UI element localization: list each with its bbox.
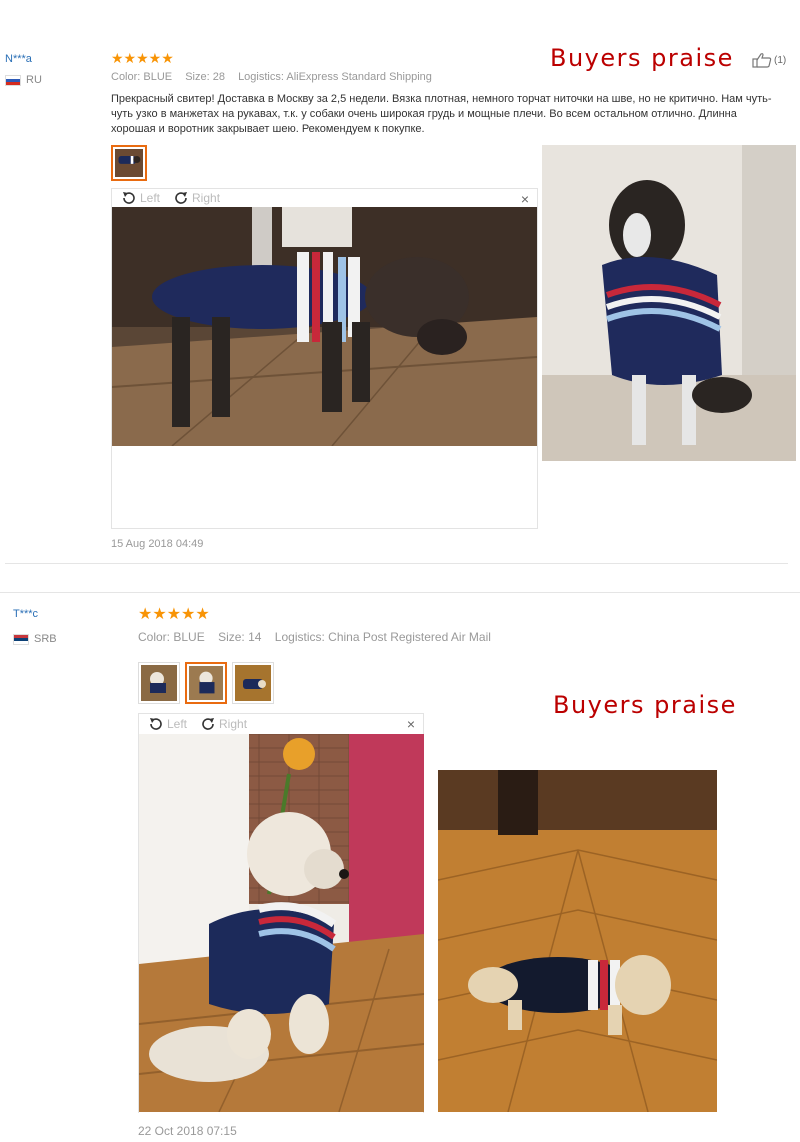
logistics-value: China Post Registered Air Mail xyxy=(328,630,491,644)
color-label: Color: xyxy=(111,71,141,83)
section-divider xyxy=(0,592,800,593)
review-photo-side xyxy=(438,770,717,1112)
flag-srb-icon xyxy=(13,633,29,645)
reviewer-name[interactable]: N***a xyxy=(5,53,32,65)
color-value: BLUE xyxy=(173,630,205,644)
helpful-count: (1) xyxy=(774,54,787,66)
viewer-toolbar: Left Right × xyxy=(112,189,537,207)
review-date: 15 Aug 2018 04:49 xyxy=(111,538,204,550)
flag-ru-icon xyxy=(5,74,21,86)
review-thumbnail[interactable] xyxy=(138,662,180,704)
review-meta: Color: BLUE Size: 28 Logistics: AliExpre… xyxy=(111,71,432,83)
star-rating: ★★★★★ xyxy=(138,606,210,623)
star-rating: ★★★★★ xyxy=(111,50,174,66)
rotate-right-button[interactable]: Right xyxy=(199,715,247,733)
country-code: RU xyxy=(26,74,42,86)
review-thumbnail[interactable] xyxy=(232,662,274,704)
color-label: Color: xyxy=(138,630,171,644)
rotate-left-button[interactable]: Left xyxy=(120,189,160,207)
image-viewer: Left Right × xyxy=(111,188,538,529)
size-value: 14 xyxy=(248,630,262,644)
logistics-value: AliExpress Standard Shipping xyxy=(286,71,432,83)
image-viewer: Left Right × xyxy=(138,713,424,1113)
rotate-right-icon xyxy=(175,192,188,204)
country-code: SRB xyxy=(34,633,57,645)
reviewer-country: SRB xyxy=(13,633,57,645)
logistics-label: Logistics: xyxy=(238,71,284,83)
review-photo-large xyxy=(112,207,537,446)
viewer-toolbar: Left Right × xyxy=(139,714,423,734)
rotate-left-icon xyxy=(150,718,162,730)
rotate-right-icon xyxy=(202,718,215,730)
buyers-praise-label: Buyers praise xyxy=(553,691,737,719)
like-icon xyxy=(752,53,772,68)
rotate-left-label: Left xyxy=(140,191,161,205)
color-value: BLUE xyxy=(143,71,173,83)
thumbnail-image xyxy=(115,149,143,177)
size-value: 28 xyxy=(212,71,225,83)
review-thumbnail[interactable] xyxy=(185,662,227,704)
rotate-left-button[interactable]: Left xyxy=(147,715,187,733)
review-date: 22 Oct 2018 07:15 xyxy=(138,1124,237,1138)
close-icon[interactable]: × xyxy=(407,716,415,732)
size-label: Size: xyxy=(185,71,210,83)
review-photo-large xyxy=(139,734,424,1112)
reviewer-name[interactable]: T***c xyxy=(13,608,38,620)
rotate-left-label: Left xyxy=(167,717,188,731)
review-meta: Color: BLUE Size: 14 Logistics: China Po… xyxy=(138,630,491,644)
review-text: Прекрасный свитер! Доставка в Москву за … xyxy=(111,93,772,135)
rotate-right-label: Right xyxy=(192,191,221,205)
rotate-right-button[interactable]: Right xyxy=(172,189,220,207)
thumbnail-image xyxy=(235,665,271,701)
review-thumbnail[interactable] xyxy=(111,145,147,181)
thumbnail-image xyxy=(141,665,177,701)
buyers-praise-label: Buyers praise xyxy=(550,44,734,72)
reviewer-country: RU xyxy=(5,74,42,86)
thumbnail-image xyxy=(189,666,223,700)
logistics-label: Logistics: xyxy=(274,630,325,644)
helpful-button[interactable]: (1) xyxy=(752,52,786,68)
rotate-left-icon xyxy=(123,192,135,204)
review-photo-side xyxy=(542,145,796,461)
close-icon[interactable]: × xyxy=(521,191,529,207)
review-divider xyxy=(5,563,788,564)
size-label: Size: xyxy=(218,630,245,644)
rotate-right-label: Right xyxy=(219,717,248,731)
